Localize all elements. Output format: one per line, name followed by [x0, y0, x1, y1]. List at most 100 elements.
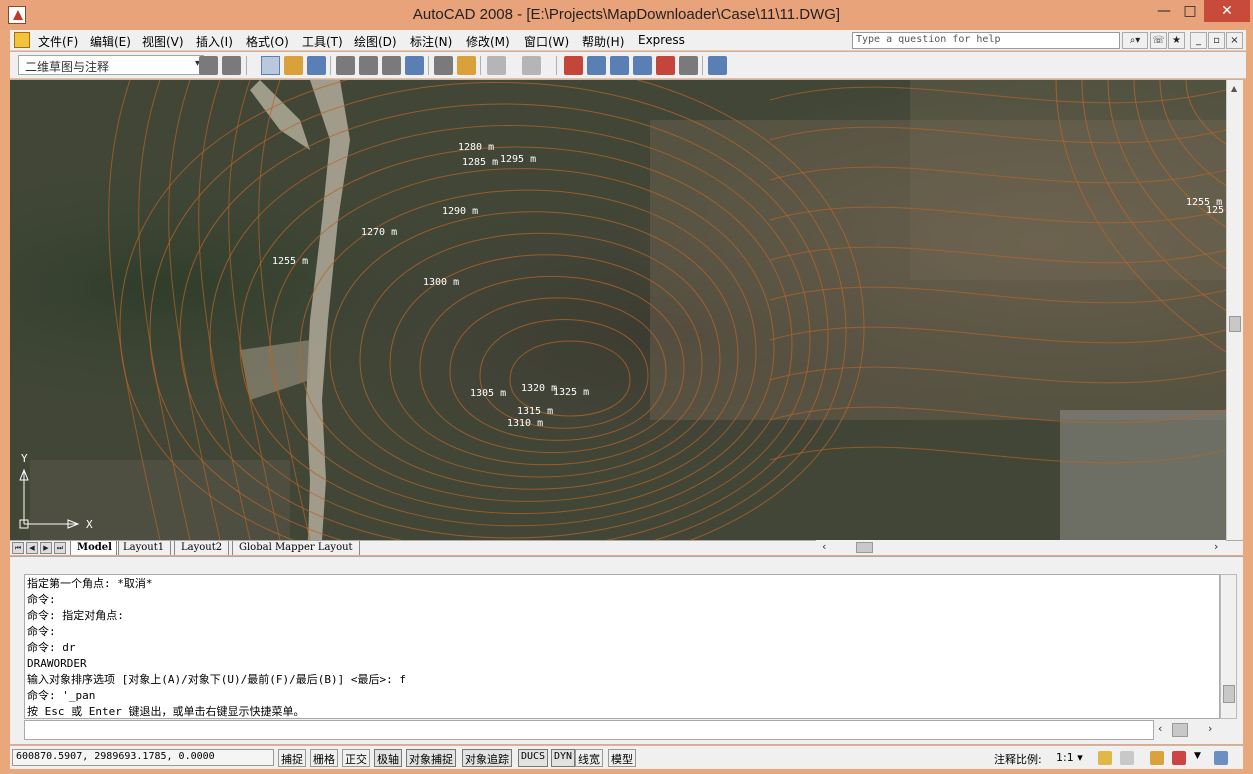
workspace-save-icon[interactable]: [222, 56, 241, 75]
toggle-lineweight[interactable]: 线宽: [575, 749, 603, 767]
scroll-up-icon[interactable]: ▲: [1231, 84, 1237, 93]
annotation-visibility-icon[interactable]: [1098, 751, 1112, 765]
design-center-icon[interactable]: [610, 56, 629, 75]
menu-modify[interactable]: 修改(M): [466, 33, 510, 50]
toggle-snap[interactable]: 捕捉: [278, 749, 306, 767]
toggle-grid[interactable]: 栅格: [310, 749, 338, 767]
help-icon[interactable]: [708, 56, 727, 75]
scroll-right-icon[interactable]: ›: [1208, 722, 1212, 735]
match-properties-icon[interactable]: [457, 56, 476, 75]
properties-icon[interactable]: [587, 56, 606, 75]
toggle-dyn[interactable]: DYN: [551, 749, 576, 767]
viewport-vertical-scrollbar[interactable]: ▲: [1226, 80, 1243, 540]
maximize-button[interactable]: □: [1176, 0, 1204, 22]
plot-preview-icon[interactable]: [359, 56, 378, 75]
statusbar-menu-chevron-icon[interactable]: ▼: [1194, 751, 1208, 765]
toggle-polar[interactable]: 极轴: [374, 749, 402, 767]
scroll-thumb[interactable]: [1172, 723, 1188, 737]
publish-icon[interactable]: [382, 56, 401, 75]
tab-first-icon[interactable]: ⏮: [12, 542, 24, 554]
tab-next-icon[interactable]: ▶: [40, 542, 52, 554]
command-vertical-scrollbar[interactable]: [1220, 574, 1237, 719]
scroll-left-icon[interactable]: ‹: [822, 540, 826, 553]
tab-layout1[interactable]: Layout1: [116, 541, 172, 555]
open-file-icon[interactable]: [284, 56, 303, 75]
tab-global-mapper-layout[interactable]: Global Mapper Layout: [232, 541, 360, 555]
help-search-icon[interactable]: ⌕▾: [1122, 32, 1148, 49]
favorites-star-icon[interactable]: ★: [1168, 32, 1185, 49]
menu-express[interactable]: Express: [638, 33, 685, 47]
menu-insert[interactable]: 插入(I): [196, 33, 233, 50]
scroll-thumb[interactable]: [856, 542, 873, 553]
ucs-x-label: X: [86, 518, 93, 531]
menu-format[interactable]: 格式(O): [246, 33, 289, 50]
contour-label: 125: [1206, 205, 1225, 216]
toggle-model-space[interactable]: 模型: [608, 749, 636, 767]
workspace-settings-icon[interactable]: [199, 56, 218, 75]
menu-view[interactable]: 视图(V): [142, 33, 184, 50]
scroll-left-icon[interactable]: ‹: [1158, 722, 1162, 735]
lock-icon[interactable]: [1150, 751, 1164, 765]
viewport-horizontal-scrollbar[interactable]: ‹ ›: [816, 540, 1226, 555]
pan-realtime-icon[interactable]: [564, 56, 583, 75]
doc-minimize-button[interactable]: _: [1190, 32, 1207, 49]
command-line: 命令:: [27, 593, 56, 606]
menu-edit[interactable]: 编辑(E): [90, 33, 131, 50]
doc-close-button[interactable]: ×: [1226, 32, 1243, 49]
menu-tools[interactable]: 工具(T): [302, 33, 343, 50]
toolbar-separator: [480, 56, 481, 75]
undo-icon[interactable]: [487, 56, 506, 75]
new-file-icon[interactable]: [261, 56, 280, 75]
toggle-osnap[interactable]: 对象捕捉: [406, 749, 456, 767]
tray-settings-icon[interactable]: [1172, 751, 1186, 765]
toolbar-separator: [702, 56, 703, 75]
window-title: AutoCAD 2008 - [E:\Projects\MapDownloade…: [412, 6, 841, 23]
help-search-input[interactable]: Type a question for help: [852, 32, 1120, 49]
contour-label: 1325 m: [553, 387, 590, 398]
title-bar: AutoCAD 2008 - [E:\Projects\MapDownloade…: [0, 0, 1253, 30]
toggle-otrack[interactable]: 对象追踪: [462, 749, 512, 767]
workspace-value: 二维草图与注释: [25, 60, 110, 74]
toggle-ortho[interactable]: 正交: [342, 749, 370, 767]
calculator-icon[interactable]: [679, 56, 698, 75]
annotation-scale-value[interactable]: 1:1 ▾: [1056, 751, 1083, 764]
command-line: 输入对象排序选项 [对象上(A)/对象下(U)/最前(F)/最后(B)] <最后…: [27, 673, 406, 686]
redo-icon[interactable]: [522, 56, 541, 75]
toggle-ducs[interactable]: DUCS: [518, 749, 549, 767]
scroll-right-icon[interactable]: ›: [1214, 540, 1218, 553]
menu-draw[interactable]: 绘图(D): [354, 33, 397, 50]
tab-prev-icon[interactable]: ◀: [26, 542, 38, 554]
doc-restore-button[interactable]: ▫: [1208, 32, 1225, 49]
tool-palettes-icon[interactable]: [633, 56, 652, 75]
auto-scale-icon[interactable]: [1120, 751, 1134, 765]
menu-window[interactable]: 窗口(W): [524, 33, 569, 50]
command-input[interactable]: [24, 720, 1154, 740]
close-button[interactable]: ✕: [1204, 0, 1250, 22]
tab-last-icon[interactable]: ⏭: [54, 542, 66, 554]
document-icon[interactable]: [14, 32, 30, 48]
standard-toolbar: 二维草图与注释 ▾: [10, 52, 1246, 79]
save-icon[interactable]: [307, 56, 326, 75]
menu-dimension[interactable]: 标注(N): [410, 33, 452, 50]
cursor-coordinates[interactable]: 600870.5907, 2989693.1785, 0.0000: [12, 749, 274, 766]
3d-dwf-icon[interactable]: [405, 56, 424, 75]
drawing-viewport[interactable]: 1280 m 1285 m 1295 m 1290 m 1270 m 1255 …: [10, 80, 1226, 540]
workspace-select[interactable]: 二维草图与注释 ▾: [18, 55, 204, 75]
menu-help[interactable]: 帮助(H): [582, 33, 624, 50]
contour-label: 1295 m: [500, 154, 537, 165]
clean-screen-icon[interactable]: [1214, 751, 1228, 765]
scroll-thumb[interactable]: [1229, 316, 1241, 332]
tab-layout2[interactable]: Layout2: [174, 541, 230, 555]
minimize-button[interactable]: —: [1150, 0, 1178, 22]
command-horizontal-scrollbar[interactable]: ‹ ›: [1154, 721, 1220, 739]
command-line: 命令:: [27, 625, 56, 638]
sheet-set-icon[interactable]: [656, 56, 675, 75]
menu-file[interactable]: 文件(F): [38, 33, 78, 50]
communication-center-icon[interactable]: ☏: [1150, 32, 1167, 49]
toolbar-separator: [330, 56, 331, 75]
cut-icon[interactable]: [434, 56, 453, 75]
plot-icon[interactable]: [336, 56, 355, 75]
scroll-thumb[interactable]: [1223, 685, 1235, 703]
tab-model[interactable]: Model: [70, 541, 119, 555]
ucs-y-label: Y: [21, 452, 28, 465]
